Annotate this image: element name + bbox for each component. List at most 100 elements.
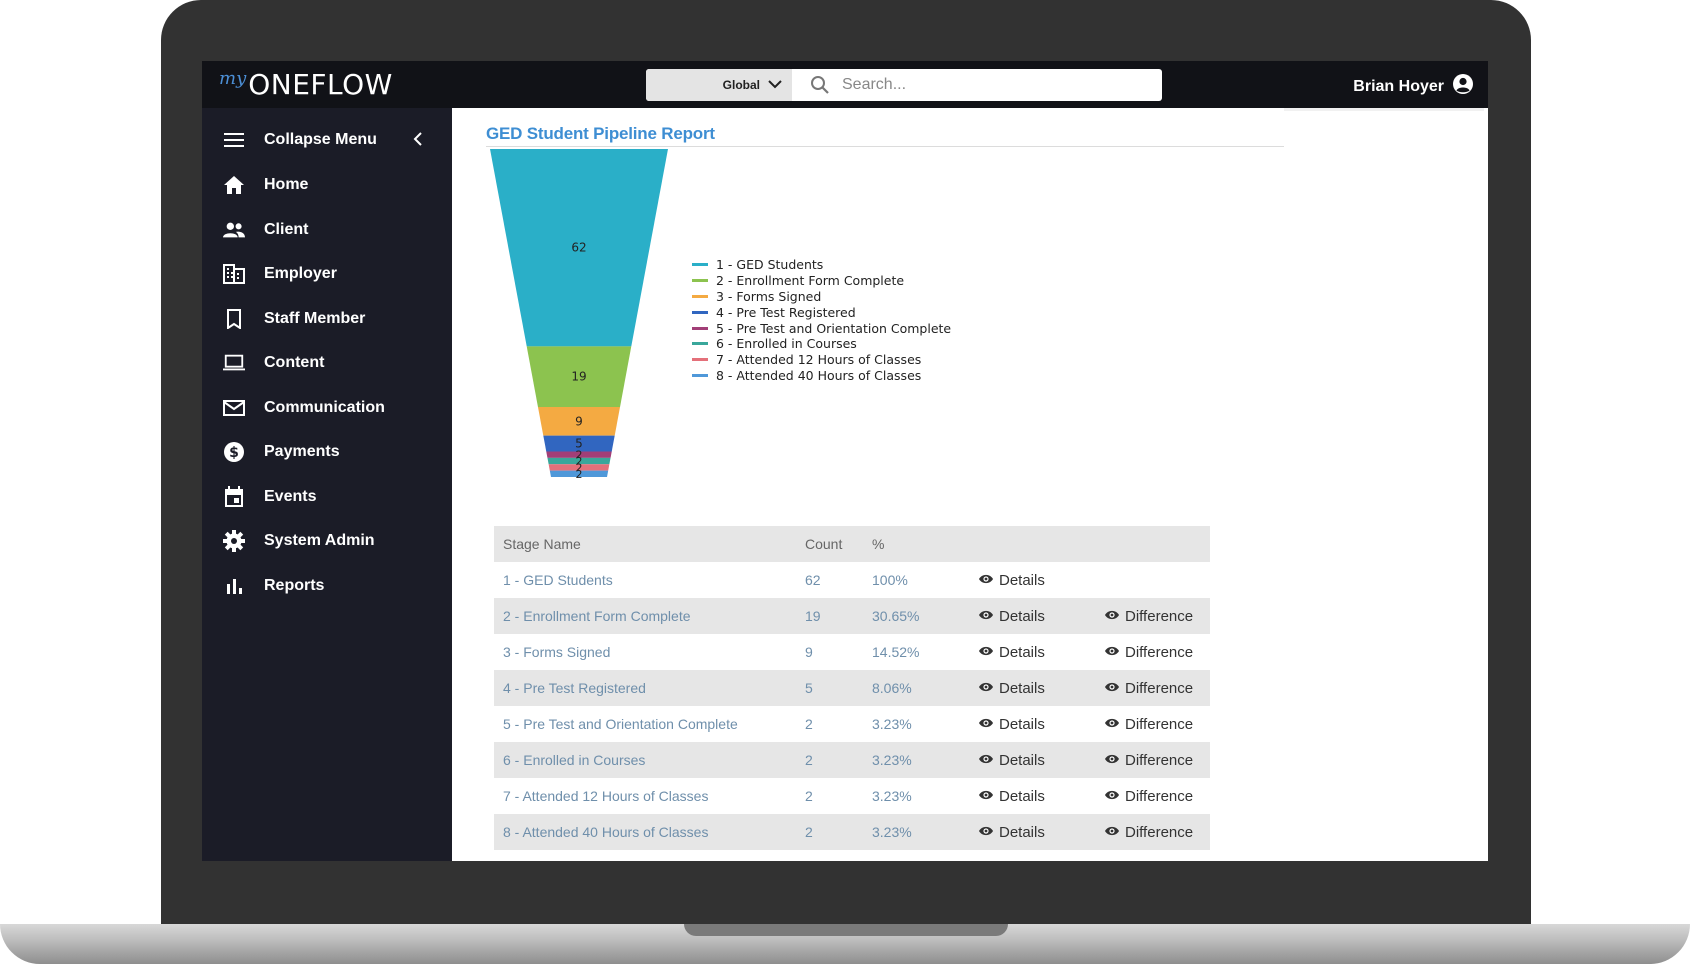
collapse-menu-button[interactable]: Collapse Menu [202,118,452,162]
funnel-chart: 6219952222 [490,149,668,479]
mail-icon [223,397,245,419]
difference-label: Difference [1125,787,1194,805]
stage-name-link[interactable]: 1 - GED Students [503,572,613,588]
difference-button[interactable]: Difference [1104,644,1193,661]
sidebar-item-label: Payments [264,443,340,460]
legend-item[interactable]: 1 - GED Students [692,257,951,273]
logo-prefix: my [219,68,247,89]
stage-percent: 30.65% [872,608,920,624]
table-row: 3 - Forms Signed 9 14.52% Details Difference [494,634,1210,670]
legend-label: 4 - Pre Test Registered [716,304,856,320]
sidebar-item-payments[interactable]: $ Payments [202,430,452,474]
search-input[interactable] [830,69,1162,101]
legend-item[interactable]: 3 - Forms Signed [692,289,951,305]
stage-name-link[interactable]: 5 - Pre Test and Orientation Complete [503,716,738,732]
column-header-difference [1104,526,1210,562]
title-divider [486,146,1284,147]
legend-item[interactable]: 6 - Enrolled in Courses [692,336,951,352]
sidebar-item-system-admin[interactable]: System Admin [202,519,452,563]
sidebar-item-label: Collapse Menu [264,131,377,148]
table-row: 6 - Enrolled in Courses 2 3.23% Details Diff… [494,742,1210,778]
details-button[interactable]: Details [978,608,1045,625]
difference-label: Difference [1125,823,1194,841]
sidebar: Collapse Menu Home Client Employer Staff… [202,108,452,861]
stage-name-link[interactable]: 6 - Enrolled in Courses [503,752,645,768]
laptop-icon [223,352,245,374]
legend-item[interactable]: 7 - Attended 12 Hours of Classes [692,352,951,368]
sidebar-item-content[interactable]: Content [202,341,452,385]
stage-name-link[interactable]: 2 - Enrollment Form Complete [503,608,691,624]
eye-icon [1104,608,1120,625]
difference-button[interactable]: Difference [1104,824,1193,841]
column-header-stage: Stage Name [494,526,805,562]
app-logo[interactable]: my ONEFLOW [219,67,393,101]
stage-count: 2 [805,824,813,840]
difference-button[interactable]: Difference [1104,752,1193,769]
sidebar-item-label: Home [264,176,309,193]
stage-percent: 8.06% [872,680,912,696]
difference-button[interactable]: Difference [1104,680,1193,697]
details-button[interactable]: Details [978,788,1045,805]
sidebar-item-label: Communication [264,399,385,416]
eye-icon [978,644,994,661]
details-label: Details [999,823,1045,841]
stage-name-link[interactable]: 4 - Pre Test Registered [503,680,646,696]
stage-percent: 3.23% [872,716,912,732]
user-menu[interactable]: Brian Hoyer [1353,73,1474,100]
legend-label: 5 - Pre Test and Orientation Complete [716,320,952,336]
table-row: 5 - Pre Test and Orientation Complete 2 3.… [494,706,1210,742]
sidebar-item-label: Client [264,221,309,238]
details-button[interactable]: Details [978,824,1045,841]
eye-icon [978,716,994,733]
difference-button[interactable]: Difference [1104,608,1193,625]
difference-button[interactable]: Difference [1104,716,1193,733]
sidebar-item-label: Employer [264,265,337,282]
stage-name-link[interactable]: 7 - Attended 12 Hours of Classes [503,788,708,804]
sidebar-item-label: Content [264,354,325,371]
stage-percent: 3.23% [872,752,912,768]
legend-label: 6 - Enrolled in Courses [716,336,857,352]
legend-item[interactable]: 5 - Pre Test and Orientation Complete [692,320,951,336]
difference-button[interactable]: Difference [1104,788,1193,805]
details-button[interactable]: Details [978,752,1045,769]
legend-item[interactable]: 4 - Pre Test Registered [692,304,951,320]
app-screen: my ONEFLOW Global Brian Hoyer [202,61,1488,861]
funnel-value-label: 19 [571,370,586,384]
sidebar-item-staff-member[interactable]: Staff Member [202,297,452,341]
sidebar-item-communication[interactable]: Communication [202,386,452,430]
eye-icon [978,680,994,697]
eye-icon [978,572,994,589]
legend-swatch [692,326,708,330]
search-icon[interactable] [800,69,830,101]
details-label: Details [999,607,1045,625]
details-button[interactable]: Details [978,680,1045,697]
stage-count: 2 [805,716,813,732]
scope-select[interactable]: Global [646,69,792,101]
details-label: Details [999,679,1045,697]
sidebar-item-reports[interactable]: Reports [202,564,452,608]
details-button[interactable]: Details [978,716,1045,733]
legend-item[interactable]: 8 - Attended 40 Hours of Classes [692,368,951,384]
difference-label: Difference [1125,643,1194,661]
page-title: GED Student Pipeline Report [486,124,715,143]
sidebar-item-home[interactable]: Home [202,163,452,207]
divider [1284,108,1484,111]
sidebar-item-label: Reports [264,577,325,594]
table-row: 4 - Pre Test Registered 5 8.06% Details Diff… [494,670,1210,706]
chevron-left-icon[interactable] [412,130,424,153]
legend-item[interactable]: 2 - Enrollment Form Complete [692,273,951,289]
stage-name-link[interactable]: 8 - Attended 40 Hours of Classes [503,824,708,840]
difference-label: Difference [1125,679,1194,697]
sidebar-item-employer[interactable]: Employer [202,252,452,296]
stage-name-link[interactable]: 3 - Forms Signed [503,644,610,660]
table-row: 7 - Attended 12 Hours of Classes 2 3.23% De… [494,778,1210,814]
details-button[interactable]: Details [978,572,1045,589]
stage-percent: 3.23% [872,824,912,840]
building-icon [223,263,245,285]
sidebar-item-client[interactable]: Client [202,208,452,252]
details-button[interactable]: Details [978,644,1045,661]
sidebar-item-events[interactable]: Events [202,475,452,519]
chevron-down-icon [768,78,782,92]
dollar-icon: $ [223,441,245,463]
details-label: Details [999,571,1045,589]
